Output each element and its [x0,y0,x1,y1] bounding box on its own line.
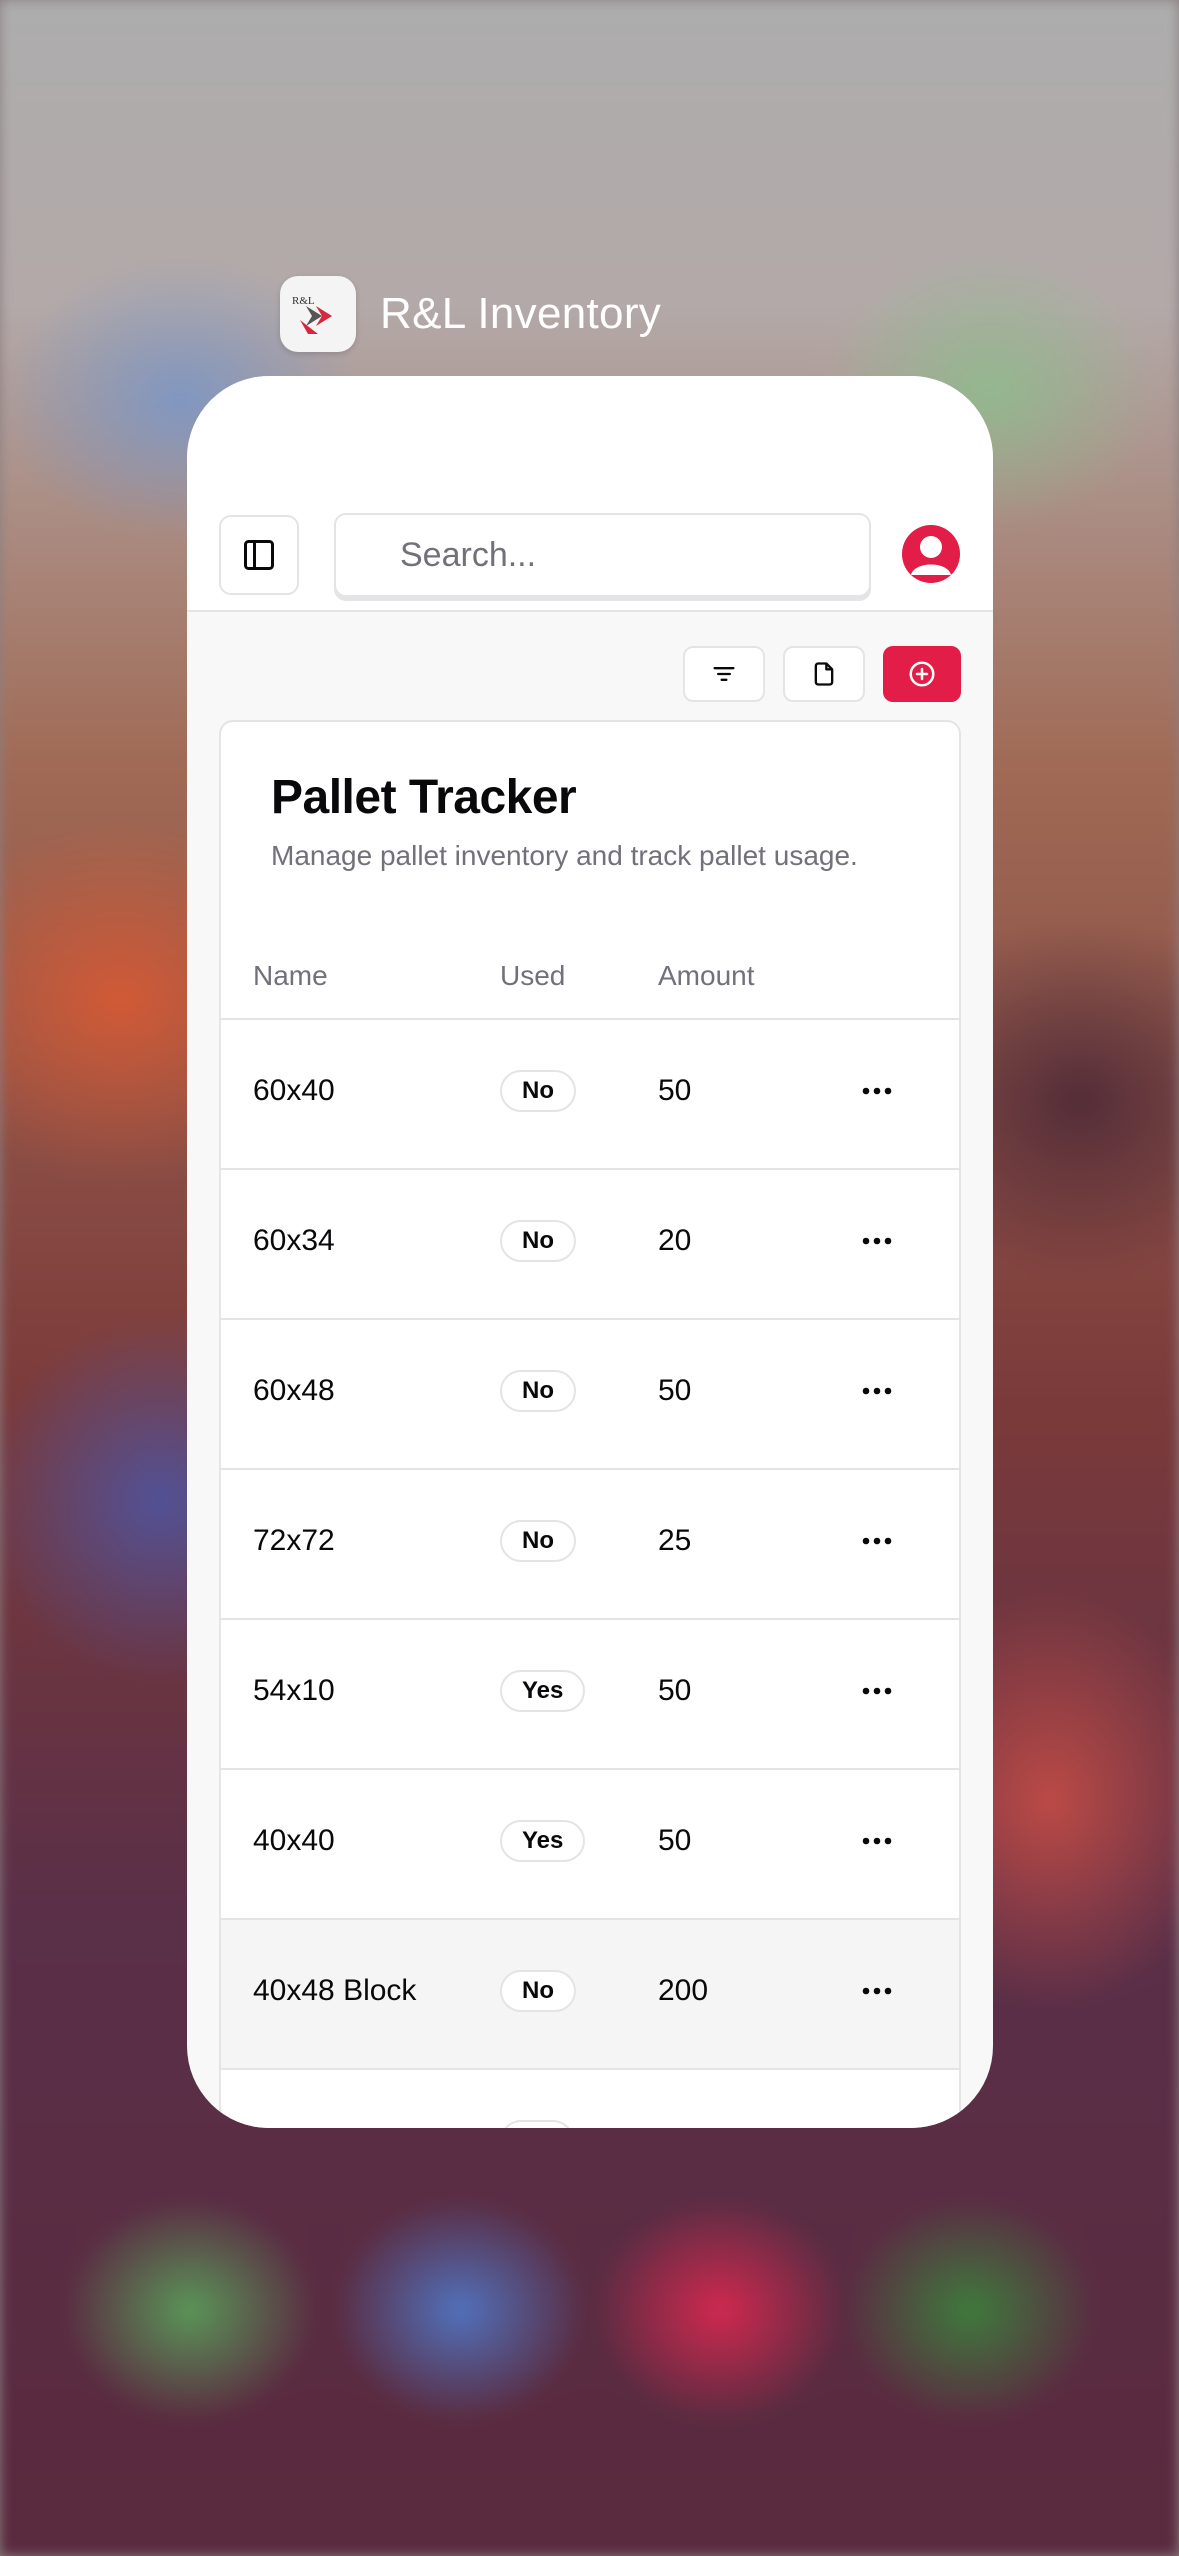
more-horizontal-icon [862,1087,892,1095]
page-title: Pallet Tracker [271,771,577,824]
pallet-tracker-panel: Pallet Tracker Manage pallet inventory a… [219,720,961,2128]
row-amount: 20 [658,1224,692,1257]
row-actions-button[interactable] [859,1226,895,1256]
row-name: 54x10 [253,1674,335,1707]
column-header-used[interactable]: Used [500,960,565,992]
table-row[interactable]: 72x72 No 25 [221,1470,959,1620]
table-row-partial[interactable] [221,2070,959,2128]
user-icon [911,536,951,575]
app-switcher-label[interactable]: R&L R&L Inventory [280,276,661,352]
app-logo-icon: R&L [280,276,356,352]
row-name: 60x40 [253,1074,335,1107]
table-row[interactable]: 40x40 Yes 50 [221,1770,959,1920]
row-name: 60x48 [253,1374,335,1407]
row-amount: 25 [658,1524,692,1557]
row-amount: 50 [658,1374,692,1407]
row-actions-button[interactable] [859,1676,895,1706]
row-name: 40x48 Block [253,1974,417,2007]
add-pallet-button[interactable] [883,646,961,702]
row-actions-button[interactable] [859,1076,895,1106]
row-amount: 50 [658,1074,692,1107]
table-row[interactable]: 60x40 No 50 [221,1020,959,1170]
filter-icon [713,667,735,681]
filter-button[interactable] [683,646,765,702]
used-badge: No [500,1520,576,1562]
more-horizontal-icon [862,1387,892,1395]
used-badge: Yes [500,1820,586,1862]
table-toolbar [683,646,961,702]
table-row[interactable]: 60x48 No 50 [221,1320,959,1470]
more-horizontal-icon [862,1537,892,1545]
used-badge: No [500,1220,576,1262]
more-horizontal-icon [862,1987,892,1995]
row-actions-button[interactable] [859,1526,895,1556]
table-header: Name Used Amount [221,940,959,1020]
column-header-amount[interactable]: Amount [658,960,755,992]
row-amount: 50 [658,1824,692,1857]
row-actions-button[interactable] [859,1826,895,1856]
more-horizontal-icon [862,1237,892,1245]
row-amount: 50 [658,1674,692,1707]
app-name: R&L Inventory [380,289,662,338]
sidebar-toggle-button[interactable] [219,515,299,595]
top-bar [187,376,993,612]
export-button[interactable] [783,646,865,702]
row-actions-button[interactable] [859,1976,895,2006]
used-badge: No [500,1970,576,2012]
search-field[interactable] [334,513,871,597]
used-badge: Yes [500,1670,586,1712]
plus-circle-icon [909,661,935,687]
table-row[interactable]: 60x34 No 20 [221,1170,959,1320]
row-name: 72x72 [253,1524,335,1557]
more-horizontal-icon [862,1687,892,1695]
sidebar-toggle-icon [244,540,274,570]
table-row[interactable]: 54x10 Yes 50 [221,1620,959,1770]
svg-text:R&L: R&L [292,295,315,307]
row-actions-button[interactable] [859,1376,895,1406]
table-row[interactable]: 40x48 Block No 200 [221,1920,959,2070]
app-window[interactable]: Pallet Tracker Manage pallet inventory a… [187,376,993,2128]
search-input[interactable] [400,535,869,575]
used-badge-partial [500,2120,574,2128]
used-badge: No [500,1070,576,1112]
row-amount: 200 [658,1974,709,2007]
row-name: 60x34 [253,1224,335,1257]
page-description: Manage pallet inventory and track pallet… [271,840,858,871]
column-header-name[interactable]: Name [253,960,328,992]
used-badge: No [500,1370,576,1412]
document-icon [814,662,834,686]
avatar[interactable] [902,525,960,583]
row-name: 40x40 [253,1824,335,1857]
more-horizontal-icon [862,1837,892,1845]
